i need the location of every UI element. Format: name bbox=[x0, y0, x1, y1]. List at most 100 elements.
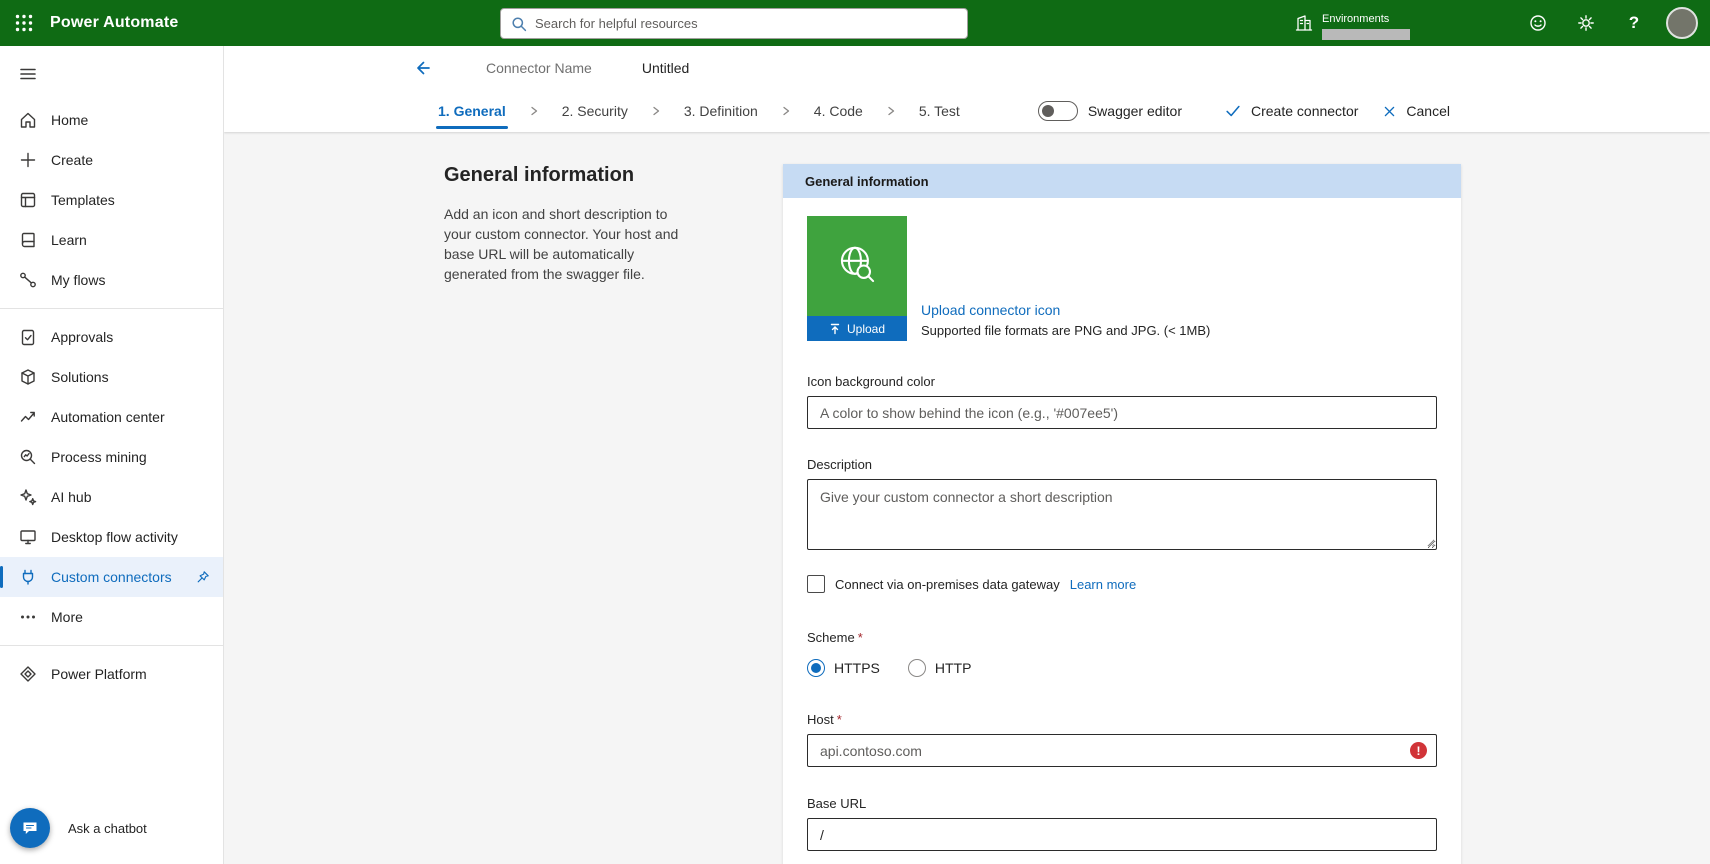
sidebar-item-more[interactable]: More bbox=[0, 597, 223, 637]
sidebar-item-custom-connectors[interactable]: Custom connectors bbox=[0, 557, 223, 597]
swagger-editor-toggle[interactable] bbox=[1038, 101, 1078, 121]
top-app-bar: Power Automate Environments ? bbox=[0, 0, 1710, 46]
host-input[interactable] bbox=[807, 734, 1437, 767]
desktop-icon bbox=[18, 527, 38, 547]
scheme-options: HTTPS HTTP bbox=[807, 659, 1437, 677]
icon-background-input[interactable] bbox=[807, 396, 1437, 429]
sidebar-item-label: More bbox=[51, 609, 83, 625]
wizard-step-code[interactable]: 4. Code bbox=[812, 90, 865, 132]
scheme-option-https[interactable]: HTTPS bbox=[807, 659, 880, 677]
chart-icon bbox=[18, 407, 38, 427]
step-label: 5. Test bbox=[919, 103, 960, 119]
process-mining-icon bbox=[18, 447, 38, 467]
toggle-knob bbox=[1042, 105, 1054, 117]
host-label: Host* bbox=[807, 712, 1437, 727]
sidebar-item-label: Process mining bbox=[51, 449, 147, 465]
sidebar-item-ai-hub[interactable]: AI hub bbox=[0, 477, 223, 517]
sidebar-item-label: Create bbox=[51, 152, 93, 168]
sidebar-item-create[interactable]: Create bbox=[0, 140, 223, 180]
step-label: 2. Security bbox=[562, 103, 628, 119]
radio-https[interactable] bbox=[807, 659, 825, 677]
sidebar-item-label: Automation center bbox=[51, 409, 165, 425]
sidebar-item-label: AI hub bbox=[51, 489, 91, 505]
create-connector-label: Create connector bbox=[1251, 103, 1358, 119]
ai-sparkle-icon bbox=[18, 487, 38, 507]
description-textarea-wrap bbox=[807, 479, 1437, 550]
description-textarea[interactable] bbox=[807, 479, 1437, 550]
sidebar-item-label: Power Platform bbox=[51, 666, 147, 682]
sidebar-item-home[interactable]: Home bbox=[0, 100, 223, 140]
sidebar-item-solutions[interactable]: Solutions bbox=[0, 357, 223, 397]
step-label: 4. Code bbox=[814, 103, 863, 119]
back-button[interactable] bbox=[410, 56, 434, 80]
help-icon: ? bbox=[1629, 13, 1639, 33]
upload-connector-icon-link[interactable]: Upload connector icon bbox=[921, 302, 1060, 318]
sidebar-item-label: Templates bbox=[51, 192, 115, 208]
chatbot-button[interactable] bbox=[10, 808, 50, 848]
scheme-option-http[interactable]: HTTP bbox=[908, 659, 972, 677]
base-url-input[interactable] bbox=[807, 818, 1437, 851]
sidebar-item-automation-center[interactable]: Automation center bbox=[0, 397, 223, 437]
panel-body: Upload Upload connector icon Supported f… bbox=[783, 198, 1461, 851]
sidebar-item-my-flows[interactable]: My flows bbox=[0, 260, 223, 300]
gateway-checkbox[interactable] bbox=[807, 575, 825, 593]
sidebar-item-label: Approvals bbox=[51, 329, 113, 345]
sidebar-item-learn[interactable]: Learn bbox=[0, 220, 223, 260]
left-nav: Home Create Templates Learn My flows App… bbox=[0, 46, 224, 864]
radio-http-label: HTTP bbox=[935, 660, 972, 676]
search-input[interactable] bbox=[535, 16, 957, 31]
sidebar-item-process-mining[interactable]: Process mining bbox=[0, 437, 223, 477]
sidebar-item-approvals[interactable]: Approvals bbox=[0, 317, 223, 357]
connector-icon-tile: Upload bbox=[807, 216, 907, 341]
sidebar-item-power-platform[interactable]: Power Platform bbox=[0, 654, 223, 694]
base-url-field: Base URL bbox=[807, 796, 1437, 851]
radio-http[interactable] bbox=[908, 659, 926, 677]
help-button[interactable]: ? bbox=[1618, 7, 1650, 39]
environments-picker[interactable]: Environments bbox=[1294, 7, 1410, 40]
feedback-button[interactable] bbox=[1522, 7, 1554, 39]
cancel-button[interactable]: Cancel bbox=[1370, 93, 1462, 129]
step-description: Add an icon and short description to you… bbox=[444, 204, 694, 284]
topbar-actions: Environments ? bbox=[1294, 0, 1710, 46]
sidebar-item-desktop-flow-activity[interactable]: Desktop flow activity bbox=[0, 517, 223, 557]
description-field: Description bbox=[807, 457, 1437, 550]
upload-button-label: Upload bbox=[847, 322, 885, 336]
sidebar-item-templates[interactable]: Templates bbox=[0, 180, 223, 220]
environments-icon bbox=[1294, 13, 1314, 33]
app-launcher-button[interactable] bbox=[0, 0, 48, 46]
chatbot-launcher: Ask a chatbot bbox=[10, 808, 147, 848]
gateway-label: Connect via on-premises data gateway bbox=[835, 577, 1060, 592]
learn-more-link[interactable]: Learn more bbox=[1070, 577, 1136, 592]
settings-button[interactable] bbox=[1570, 7, 1602, 39]
nav-divider bbox=[0, 645, 223, 646]
account-avatar[interactable] bbox=[1666, 7, 1698, 39]
general-information-panel: General information bbox=[783, 164, 1461, 864]
close-icon bbox=[1382, 104, 1397, 119]
required-marker: * bbox=[837, 712, 842, 727]
chevron-right-icon bbox=[780, 105, 792, 117]
host-field: Host* ! bbox=[807, 712, 1437, 767]
create-connector-button[interactable]: Create connector bbox=[1212, 93, 1370, 129]
smiley-icon bbox=[1528, 13, 1548, 33]
ellipsis-icon bbox=[18, 607, 38, 627]
wizard-step-test[interactable]: 5. Test bbox=[917, 90, 962, 132]
global-search[interactable] bbox=[500, 8, 968, 39]
wizard-step-general[interactable]: 1. General bbox=[436, 90, 508, 132]
description-label: Description bbox=[807, 457, 1437, 472]
check-icon bbox=[1224, 102, 1242, 120]
wizard-step-security[interactable]: 2. Security bbox=[560, 90, 630, 132]
app-title: Power Automate bbox=[50, 14, 178, 32]
nav-collapse-button[interactable] bbox=[6, 52, 50, 96]
main-content: Connector Name Untitled 1. General 2. Se… bbox=[224, 46, 1710, 864]
connector-wizard-header: Connector Name Untitled 1. General 2. Se… bbox=[224, 46, 1710, 132]
upload-button[interactable]: Upload bbox=[807, 316, 907, 341]
scheme-label-text: Scheme bbox=[807, 630, 855, 645]
wizard-step-definition[interactable]: 3. Definition bbox=[682, 90, 760, 132]
templates-icon bbox=[18, 190, 38, 210]
gateway-checkbox-row: Connect via on-premises data gateway Lea… bbox=[807, 575, 1437, 593]
icon-background-label: Icon background color bbox=[807, 374, 1437, 389]
pin-icon[interactable] bbox=[195, 569, 211, 585]
chatbot-label: Ask a chatbot bbox=[68, 821, 147, 836]
connector-name-value[interactable]: Untitled bbox=[642, 60, 689, 76]
radio-https-label: HTTPS bbox=[834, 660, 880, 676]
